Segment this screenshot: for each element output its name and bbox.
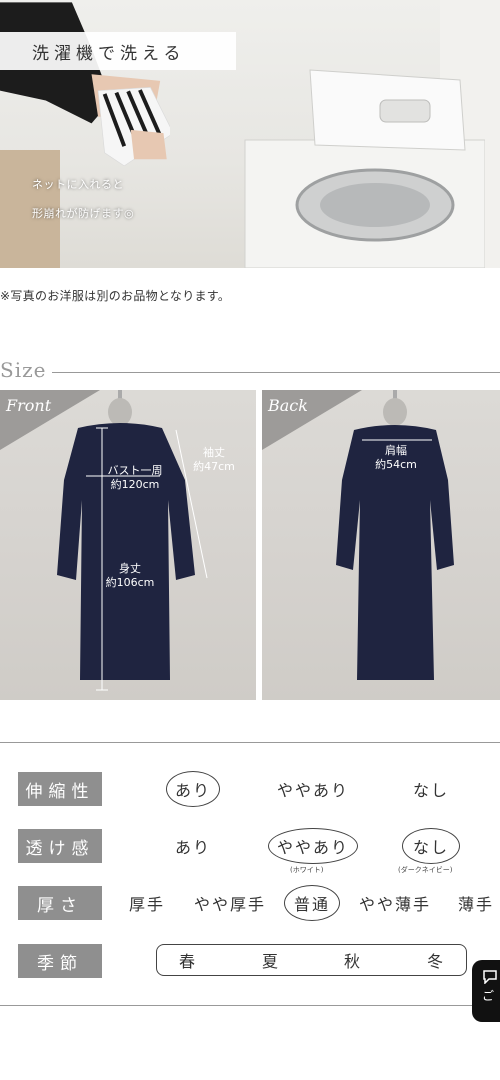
thickness-option-slightly-thin: やや薄手	[358, 895, 431, 914]
sheerness-option-yes: あり	[174, 838, 211, 857]
thickness-option-slightly-thick: やや厚手	[193, 895, 266, 914]
sleeve-value: 約47cm	[193, 460, 235, 473]
season-label: 季節	[18, 944, 102, 978]
sheerness-option-slight: ややあり	[268, 828, 358, 864]
shoulder-measure: 肩幅 約54cm	[366, 444, 426, 472]
size-heading: Size	[0, 358, 47, 382]
stretch-row: 伸縮性 あり ややあり なし	[18, 771, 500, 807]
chat-button-text: ご	[482, 989, 495, 1003]
season-summer: 夏	[262, 952, 279, 971]
bust-measure: バスト一周 約120cm	[100, 464, 170, 492]
arms-and-laundry-net	[0, 2, 170, 167]
length-value: 約106cm	[105, 576, 155, 589]
sheerness-row: 透け感 あり ややあり なし (ホワイト) (ダークネイビー)	[18, 828, 500, 874]
chat-button[interactable]: ご	[472, 960, 500, 1022]
stretch-option-slight: ややあり	[276, 781, 349, 800]
thickness-option-normal: 普通	[284, 885, 340, 921]
thickness-row: 厚さ 厚手 やや厚手 普通 やや薄手 薄手	[18, 885, 500, 921]
front-photo: Front バスト一周 約120cm 袖丈 約47cm 身丈 約106cm	[0, 390, 256, 700]
stretch-option-none: なし	[412, 781, 449, 800]
hero-title: 洗濯機で洗える	[0, 32, 236, 70]
attributes-top-divider	[0, 742, 500, 743]
sheerness-label: 透け感	[18, 829, 102, 863]
bust-value: 約120cm	[110, 478, 160, 491]
hero-image: 洗濯機で洗える ネットに入れると 形崩れが防げます◎	[0, 0, 500, 268]
chat-icon	[483, 970, 497, 985]
sheerness-note-white: (ホワイト)	[290, 866, 324, 874]
bust-label: バスト一周	[107, 464, 163, 477]
length-label: 身丈	[119, 562, 141, 575]
thickness-label: 厚さ	[18, 886, 102, 920]
season-winter: 冬	[427, 952, 444, 971]
shoulder-value: 約54cm	[375, 458, 417, 471]
sheerness-note-navy: (ダークネイビー)	[398, 866, 453, 874]
back-label: Back	[268, 396, 308, 415]
season-autumn: 秋	[344, 952, 361, 971]
photo-disclaimer: ※写真のお洋服は別のお品物となります。	[0, 289, 231, 303]
sleeve-measure: 袖丈 約47cm	[189, 446, 239, 474]
season-spring: 春	[179, 952, 196, 971]
front-label: Front	[6, 396, 52, 415]
size-divider	[52, 372, 500, 373]
sheerness-option-none: なし	[402, 828, 460, 864]
season-box	[156, 944, 467, 976]
season-row: 季節 春 夏 秋 冬	[18, 944, 500, 978]
washing-machine-illustration	[244, 69, 485, 268]
shoulder-label: 肩幅	[385, 444, 407, 457]
thickness-option-thin: 薄手	[457, 895, 494, 914]
length-measure: 身丈 約106cm	[100, 562, 160, 590]
hero-caption-line1: ネットに入れると	[32, 178, 124, 191]
sleeve-label: 袖丈	[203, 446, 225, 459]
hero-caption-line2: 形崩れが防げます◎	[32, 207, 135, 220]
back-photo: Back 肩幅 約54cm	[262, 390, 500, 700]
thickness-option-thick: 厚手	[128, 895, 165, 914]
attributes-bottom-divider	[0, 1005, 500, 1006]
stretch-option-yes: あり	[166, 771, 220, 807]
stretch-label: 伸縮性	[18, 772, 102, 806]
